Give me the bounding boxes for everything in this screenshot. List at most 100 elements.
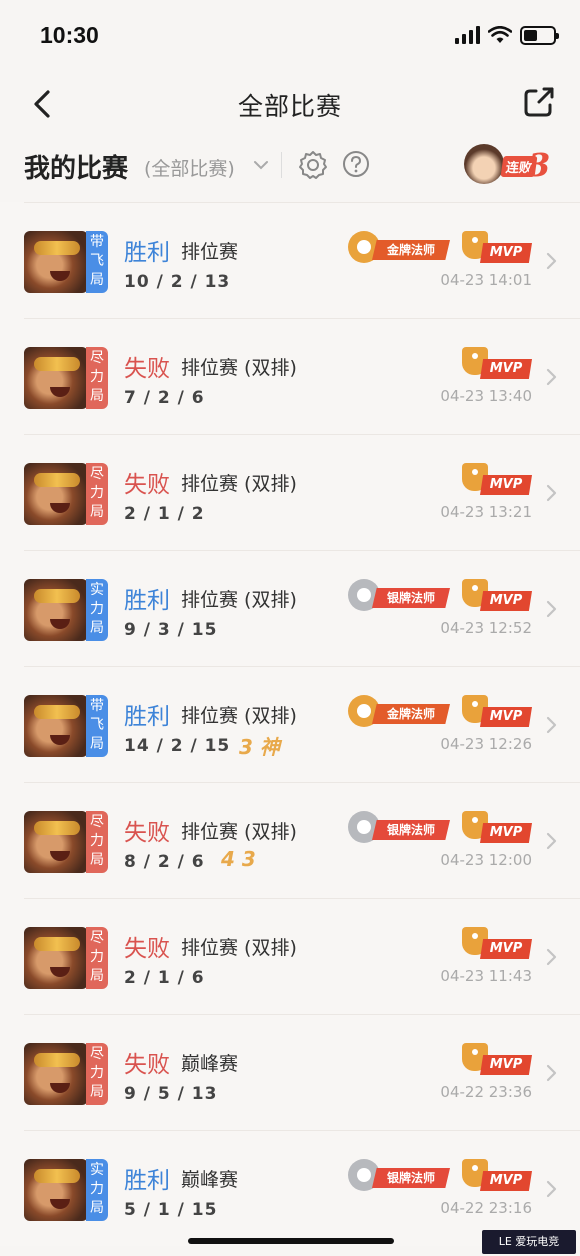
hero-portrait [24,695,88,757]
hero-portrait [24,1159,88,1221]
kda: 9 / 3 / 15 [124,620,218,640]
match-row[interactable]: 带飞局胜利 排位赛 10 / 2 / 13 金牌法师 MVP 04-23 14:01 [24,202,580,318]
divider [281,152,282,178]
medal-badge: 金牌法师 [348,695,452,729]
kda: 14 / 2 / 15 [124,736,231,756]
hero-portrait [24,347,88,409]
performance-tag: 尽力局 [86,811,108,873]
chevron-right-icon[interactable] [546,715,558,735]
losing-streak-badge: 连败 3 [464,144,556,188]
chevron-right-icon[interactable] [546,1063,558,1083]
match-time: 04-23 12:26 [440,735,532,753]
question-icon[interactable] [342,150,370,178]
chevron-right-icon[interactable] [546,947,558,967]
watermark-logo: LE 爱玩电竞 [482,1230,576,1254]
match-time: 04-23 14:01 [440,271,532,289]
medal-label: 金牌法师 [372,240,450,260]
medal-label: 银牌法师 [372,820,450,840]
mvp-label: MVP [480,475,532,495]
chevron-right-icon[interactable] [546,251,558,271]
performance-tag: 实力局 [86,579,108,641]
match-result: 胜利 [124,588,170,614]
mvp-label: MVP [480,823,532,843]
chevron-right-icon[interactable] [546,483,558,503]
match-row[interactable]: 尽力局失败 排位赛 (双排) 2 / 1 / 6 MVP 04-23 11:43 [24,898,580,1014]
mvp-badge: MVP [460,695,534,729]
streak-count: 3 [528,146,551,184]
hero-portrait [24,579,88,641]
performance-tag: 带飞局 [86,695,108,757]
match-time: 04-23 12:00 [440,851,532,869]
match-result: 失败 [124,936,170,962]
chevron-right-icon[interactable] [546,367,558,387]
mvp-badge: MVP [460,1043,534,1077]
filter-bar: 我的比赛 (全部比赛) 连败 3 [0,136,580,200]
medal-label: 金牌法师 [372,704,450,724]
mvp-badge: MVP [460,927,534,961]
kda: 9 / 5 / 13 [124,1084,218,1104]
match-mode: 巅峰赛 [181,1053,239,1075]
performance-tag: 尽力局 [86,463,108,525]
match-result: 失败 [124,1052,170,1078]
hero-portrait [24,231,88,293]
wifi-icon [488,26,512,43]
match-row[interactable]: 实力局胜利 巅峰赛 5 / 1 / 15 银牌法师 MVP 04-22 23:16 [24,1130,580,1246]
status-icons [455,24,559,46]
match-row[interactable]: 尽力局失败 排位赛 (双排) 2 / 1 / 2 MVP 04-23 13:21 [24,434,580,550]
kda: 7 / 2 / 6 [124,388,205,408]
status-bar: 10:30 [0,0,580,70]
performance-tag: 尽力局 [86,347,108,409]
filter-dropdown[interactable]: (全部比赛) [144,154,235,181]
kda: 8 / 2 / 6 [124,852,205,872]
match-time: 04-22 23:36 [440,1083,532,1101]
match-result: 胜利 [124,704,170,730]
match-result: 胜利 [124,240,170,266]
match-row[interactable]: 尽力局失败 排位赛 (双排) 8 / 2 / 6 4 3 银牌法师 MVP 04-23 12… [24,782,580,898]
match-row[interactable]: 尽力局失败 排位赛 (双排) 7 / 2 / 6 MVP 04-23 13:40 [24,318,580,434]
performance-tag: 带飞局 [86,231,108,293]
mvp-label: MVP [480,1055,532,1075]
multikill-badge: 3 神 [239,735,280,759]
mvp-label: MVP [480,1171,532,1191]
battery-icon [520,25,559,45]
kda: 2 / 1 / 2 [124,504,205,524]
mvp-badge: MVP [460,811,534,845]
mvp-badge: MVP [460,231,534,265]
match-mode: 排位赛 (双排) [181,705,297,727]
share-icon[interactable] [522,85,556,119]
chevron-right-icon[interactable] [546,599,558,619]
match-row[interactable]: 实力局胜利 排位赛 (双排) 9 / 3 / 15 银牌法师 MVP 04-23 12:5… [24,550,580,666]
match-result: 失败 [124,356,170,382]
hero-portrait [24,811,88,873]
match-time: 04-23 11:43 [440,967,532,985]
medal-badge: 银牌法师 [348,811,452,845]
match-time: 04-23 13:21 [440,503,532,521]
performance-tag: 尽力局 [86,1043,108,1105]
match-time: 04-22 23:16 [440,1199,532,1217]
match-row[interactable]: 尽力局失败 巅峰赛 9 / 5 / 13 MVP 04-22 23:36 [24,1014,580,1130]
chevron-right-icon[interactable] [546,1179,558,1199]
match-time: 04-23 13:40 [440,387,532,405]
status-time: 10:30 [40,22,99,48]
chevron-down-icon[interactable] [252,156,270,174]
chevron-right-icon[interactable] [546,831,558,851]
medal-label: 银牌法师 [372,588,450,608]
kda: 10 / 2 / 13 [124,272,231,292]
performance-tag: 尽力局 [86,927,108,989]
multikill-badge: 4 3 [221,847,256,871]
match-mode: 排位赛 (双排) [181,473,297,495]
hero-portrait [24,1043,88,1105]
match-mode: 排位赛 (双排) [181,589,297,611]
hero-avatar [464,144,504,184]
mvp-badge: MVP [460,579,534,613]
my-matches-title: 我的比赛 [24,154,129,184]
medal-badge: 金牌法师 [348,231,452,265]
gear-icon[interactable] [297,149,329,181]
mvp-label: MVP [480,591,532,611]
medal-badge: 银牌法师 [348,579,452,613]
mvp-badge: MVP [460,1159,534,1193]
nav-bar: 全部比赛 [0,70,580,136]
kda: 2 / 1 / 6 [124,968,205,988]
mvp-label: MVP [480,243,532,263]
match-row[interactable]: 带飞局胜利 排位赛 (双排) 14 / 2 / 15 3 神 金牌法师 MVP 04-23 … [24,666,580,782]
